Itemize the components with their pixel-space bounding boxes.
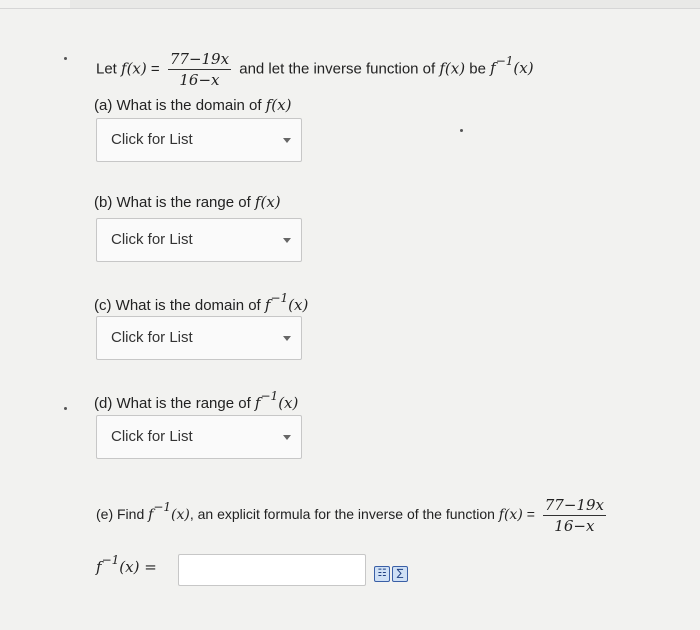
- range-f-dropdown[interactable]: Click for List: [96, 218, 302, 262]
- question-b-math: f(x): [254, 193, 281, 211]
- inverse-function: f−1(x): [490, 54, 534, 78]
- question-d: (d) What is the range of f−1(x): [94, 389, 299, 412]
- fraction-numerator: 77−19x: [542, 496, 606, 516]
- equals-sign: =: [150, 60, 160, 78]
- function-name: f(x): [121, 59, 147, 78]
- question-e-label-mid: , an explicit formula for the inverse of…: [189, 506, 495, 523]
- bullet-dot: [64, 57, 67, 60]
- bullet-dot: [64, 407, 67, 410]
- range-f-inverse-dropdown[interactable]: Click for List: [96, 415, 302, 459]
- question-e: (e) Find f−1(x), an explicit formula for…: [96, 496, 610, 535]
- question-a: (a) What is the domain of f(x): [94, 96, 291, 114]
- chevron-down-icon: [283, 238, 291, 243]
- question-d-math: f−1(x): [254, 389, 299, 412]
- function-name-2: f(x): [439, 59, 466, 78]
- chevron-down-icon: [283, 336, 291, 341]
- top-divider: [0, 8, 700, 9]
- intro-mid-text: and let the inverse function of: [239, 60, 436, 78]
- chevron-down-icon: [283, 435, 291, 440]
- question-c-math: f−1(x): [264, 291, 309, 314]
- inverse-formula-input[interactable]: [178, 554, 366, 586]
- dropdown-label: Click for List: [111, 428, 193, 445]
- fraction-numerator: 77−19x: [167, 50, 232, 70]
- question-a-label: (a) What is the domain of: [94, 97, 262, 114]
- be-text: be: [469, 60, 486, 78]
- preview-icon[interactable]: ☷: [374, 566, 390, 582]
- answer-lhs: f−1(x) =: [96, 553, 157, 576]
- dropdown-label: Click for List: [111, 329, 193, 346]
- equals-sign: =: [526, 506, 535, 523]
- equals-sign: =: [144, 558, 157, 576]
- problem-statement: Let f(x) = 77−19x 16−x and let the inver…: [96, 50, 534, 89]
- chevron-down-icon: [283, 138, 291, 143]
- question-e-fraction: 77−19x 16−x: [542, 496, 606, 535]
- domain-f-inverse-dropdown[interactable]: Click for List: [96, 316, 302, 360]
- domain-f-dropdown[interactable]: Click for List: [96, 118, 302, 162]
- fraction-denominator: 16−x: [179, 71, 220, 89]
- let-text: Let: [96, 60, 117, 78]
- question-e-label-start: (e) Find: [96, 506, 145, 523]
- question-d-label: (d) What is the range of: [94, 395, 251, 412]
- top-bar: [70, 0, 700, 8]
- stray-dot: [460, 129, 463, 132]
- question-e-function: f(x): [498, 507, 523, 524]
- question-a-math: f(x): [265, 96, 292, 114]
- question-b: (b) What is the range of f(x): [94, 193, 281, 211]
- question-c: (c) What is the domain of f−1(x): [94, 291, 309, 314]
- question-e-inverse: f−1(x): [148, 500, 190, 524]
- function-fraction: 77−19x 16−x: [167, 50, 232, 89]
- fraction-denominator: 16−x: [554, 517, 595, 535]
- equation-editor-icon[interactable]: ∑: [392, 566, 408, 582]
- question-c-label: (c) What is the domain of: [94, 297, 261, 314]
- dropdown-label: Click for List: [111, 231, 193, 248]
- dropdown-label: Click for List: [111, 131, 193, 148]
- question-b-label: (b) What is the range of: [94, 194, 251, 211]
